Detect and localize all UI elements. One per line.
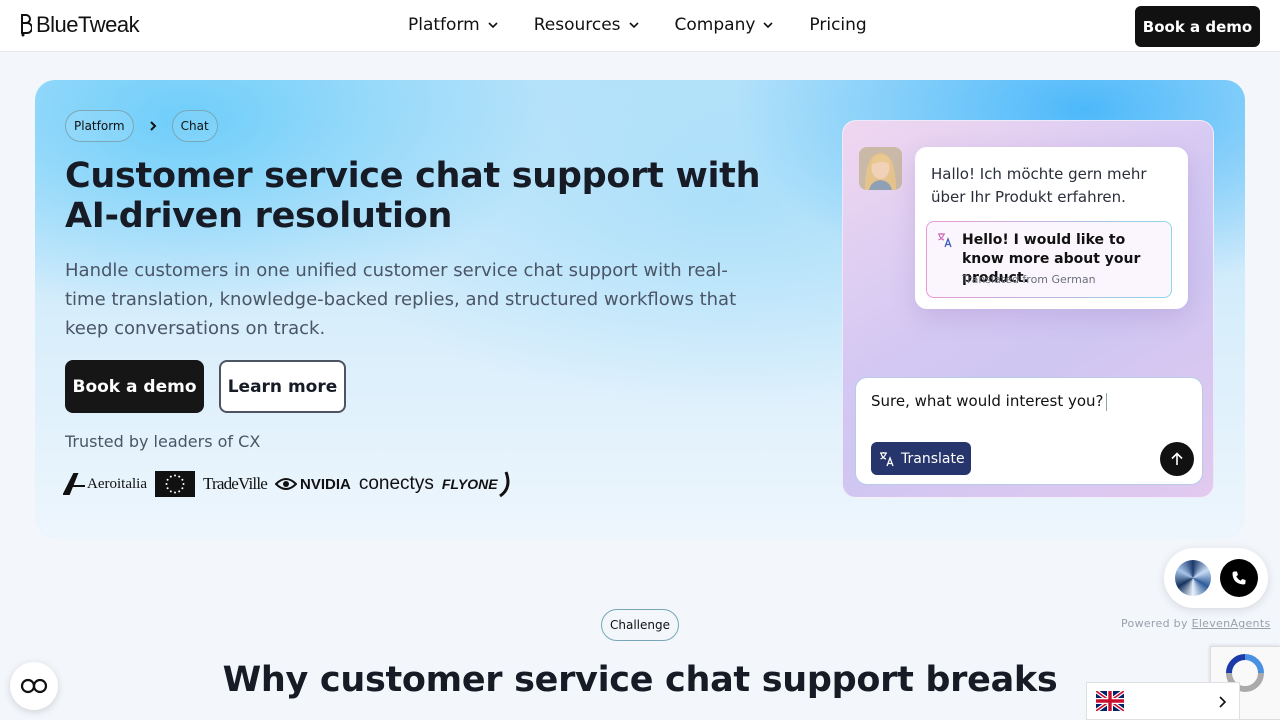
logo-mark-icon bbox=[21, 14, 32, 37]
voice-agent-widget bbox=[1164, 548, 1268, 608]
flyone-swoosh-icon bbox=[498, 471, 510, 498]
partner-logo-flyone: FLYONE bbox=[442, 470, 512, 498]
partner-logo-text: FLYONE bbox=[441, 476, 498, 492]
reply-input-box[interactable]: Sure, what would interest you? Translate bbox=[855, 377, 1203, 485]
breadcrumb-platform[interactable]: Platform bbox=[65, 110, 134, 142]
phone-icon bbox=[1232, 571, 1246, 585]
learn-more-button[interactable]: Learn more bbox=[219, 360, 346, 413]
chevron-right-icon bbox=[1219, 696, 1227, 708]
partner-logos: Aeroitalia TradeVille NVIDIA conectys FL… bbox=[63, 470, 512, 498]
powered-by: Powered by ElevenAgents bbox=[1121, 617, 1270, 630]
accessibility-button[interactable] bbox=[10, 662, 58, 710]
main-nav: Platform Resources Company Pricing bbox=[408, 15, 867, 35]
translate-button-label: Translate bbox=[901, 450, 965, 467]
call-button[interactable] bbox=[1220, 559, 1258, 597]
logo[interactable]: BlueTweak bbox=[20, 12, 140, 38]
nav-label: Resources bbox=[533, 15, 621, 35]
page-title: Customer service chat support with AI-dr… bbox=[65, 156, 761, 236]
site-header: BlueTweak Platform Resources Company Pri… bbox=[0, 0, 1280, 52]
nav-label: Pricing bbox=[809, 15, 867, 35]
nav-company[interactable]: Company bbox=[675, 15, 774, 35]
avatar bbox=[859, 147, 902, 190]
incoming-message-bubble: Hallo! Ich möchte gern mehr über Ihr Pro… bbox=[915, 147, 1188, 309]
powered-by-prefix: Powered by bbox=[1121, 617, 1188, 630]
breadcrumb: Platform Chat bbox=[65, 110, 218, 142]
challenge-badge: Challenge bbox=[601, 609, 679, 641]
breadcrumb-chat[interactable]: Chat bbox=[171, 110, 218, 142]
nav-resources[interactable]: Resources bbox=[534, 15, 639, 35]
nvidia-eye-icon bbox=[275, 478, 297, 490]
aeroitalia-mark-icon bbox=[63, 473, 85, 495]
nav-platform[interactable]: Platform bbox=[408, 15, 498, 35]
eu-stars-icon bbox=[165, 474, 185, 494]
logo-text: BlueTweak bbox=[36, 12, 140, 37]
nav-label: Company bbox=[674, 15, 756, 35]
powered-by-link[interactable]: ElevenAgents bbox=[1192, 617, 1271, 630]
customer-avatar-icon bbox=[859, 147, 902, 190]
send-button[interactable] bbox=[1160, 442, 1194, 476]
chat-demo-card: Hallo! Ich möchte gern mehr über Ihr Pro… bbox=[842, 120, 1214, 498]
reply-input-text: Sure, what would interest you? bbox=[871, 392, 1104, 410]
partner-logo-text: Aeroitalia bbox=[87, 475, 147, 492]
partner-logo-nvidia: NVIDIA bbox=[275, 476, 351, 493]
arrow-up-icon bbox=[1171, 452, 1183, 465]
translate-icon bbox=[938, 233, 952, 248]
translation-box: Hello! I would like to know more about y… bbox=[926, 221, 1172, 298]
hero-book-demo-button[interactable]: Book a demo bbox=[65, 360, 204, 413]
chevron-down-icon bbox=[628, 22, 639, 29]
partner-logo-tradeville: TradeVille bbox=[202, 474, 268, 493]
voice-orb-icon[interactable] bbox=[1175, 560, 1211, 596]
partner-logo-aeroitalia: Aeroitalia bbox=[63, 473, 147, 495]
hero-section: Platform Chat Customer service chat supp… bbox=[35, 80, 1245, 539]
language-selector[interactable] bbox=[1086, 682, 1240, 720]
translate-button[interactable]: Translate bbox=[871, 442, 971, 475]
uk-flag-icon bbox=[1096, 691, 1124, 711]
chevron-right-icon bbox=[149, 121, 157, 131]
text-caret bbox=[1105, 392, 1107, 411]
nav-label: Platform bbox=[408, 15, 480, 35]
trusted-label: Trusted by leaders of CX bbox=[65, 432, 261, 451]
partner-logo-eu bbox=[154, 471, 195, 497]
chevron-down-icon bbox=[763, 22, 773, 29]
nav-pricing[interactable]: Pricing bbox=[809, 15, 866, 35]
incoming-message-text: Hallo! Ich möchte gern mehr über Ihr Pro… bbox=[931, 165, 1147, 206]
header-book-demo-button[interactable]: Book a demo bbox=[1135, 6, 1260, 47]
accessibility-icon bbox=[20, 678, 48, 694]
partner-logo-text: NVIDIA bbox=[300, 475, 351, 493]
translation-note: Translated from German bbox=[962, 273, 1096, 286]
hero-subtitle: Handle customers in one unified customer… bbox=[65, 260, 737, 339]
partner-logo-conectys: conectys bbox=[358, 473, 434, 494]
translate-icon bbox=[880, 451, 894, 466]
reply-input[interactable]: Sure, what would interest you? bbox=[871, 392, 1107, 411]
chevron-down-icon bbox=[488, 22, 498, 29]
